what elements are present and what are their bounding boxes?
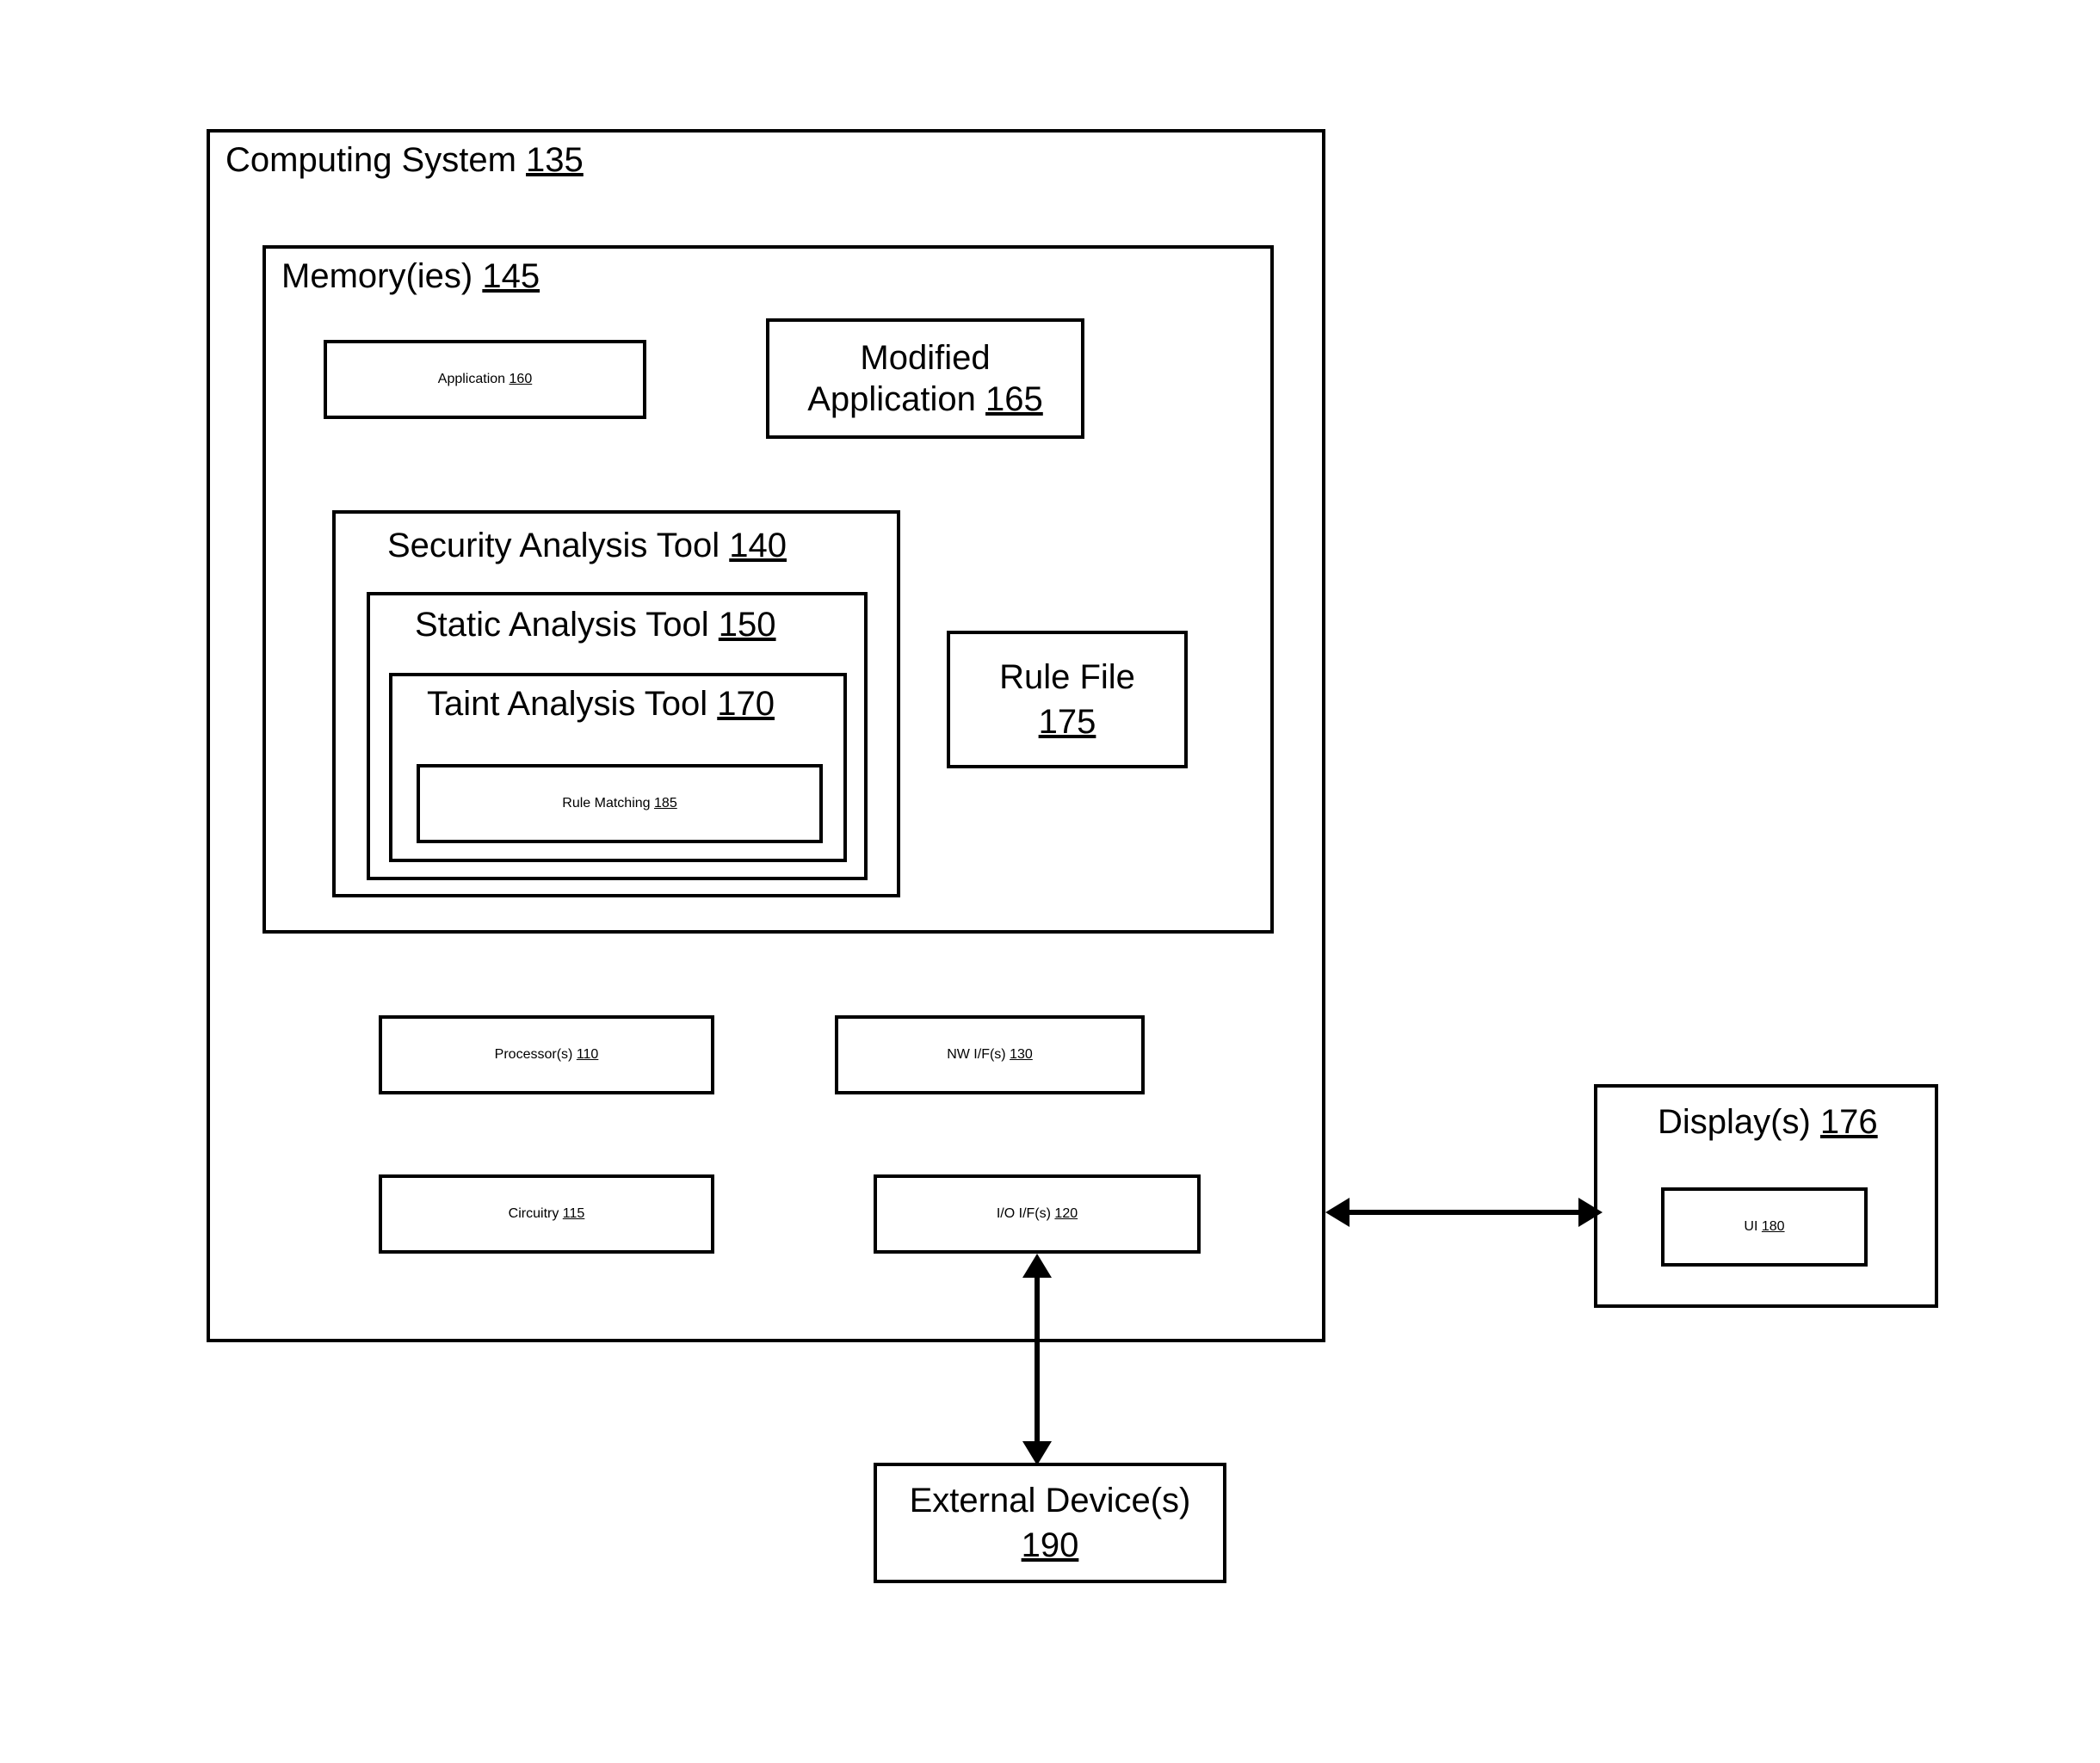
displays-text: Display(s) xyxy=(1658,1103,1811,1141)
io-if-box: I/O I/F(s) 120 xyxy=(874,1174,1201,1254)
application-label: Application 160 xyxy=(438,371,532,387)
ui-num: 180 xyxy=(1762,1219,1785,1234)
modified-application-num: 165 xyxy=(985,380,1043,418)
displays-num: 176 xyxy=(1820,1103,1878,1141)
static-analysis-tool-num: 150 xyxy=(719,606,776,644)
taint-analysis-tool-text: Taint Analysis Tool xyxy=(427,685,707,723)
displays-label: Display(s) 176 xyxy=(1658,1103,1878,1142)
taint-analysis-tool-label: Taint Analysis Tool 170 xyxy=(427,685,775,724)
rule-file-box: Rule File 175 xyxy=(947,631,1188,768)
processors-text: Processor(s) xyxy=(495,1047,573,1062)
arrowhead-right-io-display xyxy=(1578,1198,1603,1227)
rule-matching-num: 185 xyxy=(654,796,677,811)
security-analysis-tool-label: Security Analysis Tool 140 xyxy=(387,527,787,565)
io-if-text: I/O I/F(s) xyxy=(997,1206,1051,1221)
rule-matching-box: Rule Matching 185 xyxy=(417,764,823,843)
arrowhead-left-io-display xyxy=(1325,1198,1350,1227)
computing-system-num: 135 xyxy=(526,141,584,179)
io-if-num: 120 xyxy=(1054,1206,1078,1221)
processors-label: Processor(s) 110 xyxy=(495,1046,599,1063)
rule-file-label: Rule File 175 xyxy=(999,655,1135,744)
security-analysis-tool-num: 140 xyxy=(729,527,787,564)
circuitry-label: Circuitry 115 xyxy=(509,1205,585,1222)
modified-application-line2: Application xyxy=(807,380,976,418)
arrowhead-up-io-external xyxy=(1022,1254,1052,1278)
memory-label: Memory(ies) 145 xyxy=(281,257,540,296)
rule-file-num: 175 xyxy=(1039,703,1096,741)
rule-file-text: Rule File xyxy=(999,658,1135,696)
taint-analysis-tool-num: 170 xyxy=(717,685,775,723)
circuitry-box: Circuitry 115 xyxy=(379,1174,714,1254)
io-if-label: I/O I/F(s) 120 xyxy=(997,1205,1078,1222)
rule-matching-text: Rule Matching xyxy=(562,796,650,811)
static-analysis-tool-label: Static Analysis Tool 150 xyxy=(415,606,776,644)
memory-num: 145 xyxy=(482,257,540,295)
external-devices-num: 190 xyxy=(1022,1526,1079,1564)
rule-matching-label: Rule Matching 185 xyxy=(562,795,676,811)
application-box: Application 160 xyxy=(324,340,646,419)
ui-text: UI xyxy=(1744,1219,1757,1234)
modified-application-label: Modified Application 165 xyxy=(807,337,1043,420)
memory-text: Memory(ies) xyxy=(281,257,472,295)
nw-if-num: 130 xyxy=(1010,1047,1033,1062)
arrow-io-display xyxy=(1343,1210,1582,1215)
modified-application-line1: Modified xyxy=(860,339,990,377)
arrow-io-external xyxy=(1035,1269,1040,1450)
ui-box: UI 180 xyxy=(1661,1187,1868,1267)
circuitry-num: 115 xyxy=(563,1206,585,1221)
security-analysis-tool-text: Security Analysis Tool xyxy=(387,527,720,564)
modified-application-box: Modified Application 165 xyxy=(766,318,1084,439)
ui-label: UI 180 xyxy=(1744,1218,1784,1235)
external-devices-text: External Device(s) xyxy=(910,1482,1191,1520)
nw-if-box: NW I/F(s) 130 xyxy=(835,1015,1145,1094)
processors-num: 110 xyxy=(577,1047,599,1062)
processors-box: Processor(s) 110 xyxy=(379,1015,714,1094)
external-devices-box: External Device(s) 190 xyxy=(874,1463,1226,1583)
computing-system-label: Computing System 135 xyxy=(225,141,584,180)
nw-if-text: NW I/F(s) xyxy=(947,1047,1005,1062)
application-num: 160 xyxy=(510,372,533,386)
nw-if-label: NW I/F(s) 130 xyxy=(947,1046,1033,1063)
circuitry-text: Circuitry xyxy=(509,1206,559,1221)
application-text: Application xyxy=(438,372,505,386)
static-analysis-tool-text: Static Analysis Tool xyxy=(415,606,709,644)
computing-system-text: Computing System xyxy=(225,141,516,179)
arrowhead-down-io-external xyxy=(1022,1441,1052,1465)
external-devices-label: External Device(s) 190 xyxy=(910,1478,1191,1568)
